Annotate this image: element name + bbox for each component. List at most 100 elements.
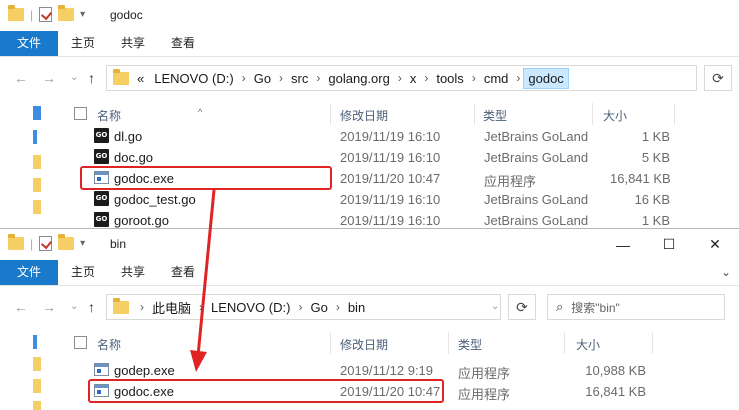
column-divider[interactable] bbox=[652, 332, 653, 354]
column-divider[interactable] bbox=[564, 332, 565, 354]
qat-dropdown-icon[interactable]: ▾ bbox=[80, 9, 85, 20]
address-bar[interactable]: « LENOVO (D:) › Go › src › golang.org › … bbox=[106, 65, 697, 91]
column-divider[interactable] bbox=[674, 103, 675, 125]
tab-share[interactable]: 共享 bbox=[108, 260, 158, 285]
nav-pane-item[interactable] bbox=[33, 335, 37, 349]
breadcrumb-separator-icon[interactable]: › bbox=[395, 71, 405, 85]
address-dropdown-chevron-icon[interactable]: ⌄ bbox=[491, 301, 499, 312]
select-all-checkbox[interactable] bbox=[74, 107, 87, 120]
properties-icon[interactable] bbox=[39, 236, 53, 251]
file-row[interactable]: GO godoc_test.go 2019/11/19 16:10 JetBra… bbox=[90, 189, 739, 210]
nav-pane-item[interactable] bbox=[33, 357, 41, 371]
column-header-name[interactable]: 名称 bbox=[97, 107, 121, 124]
file-date: 2019/11/19 16:10 bbox=[340, 213, 441, 228]
tab-view[interactable]: 查看 bbox=[158, 31, 208, 56]
column-header-date[interactable]: 修改日期 bbox=[340, 107, 388, 124]
column-header-size[interactable]: 大小 bbox=[603, 107, 627, 124]
file-row[interactable]: GO doc.go 2019/11/19 16:10 JetBrains GoL… bbox=[90, 147, 739, 168]
forward-arrow-icon[interactable]: → bbox=[42, 299, 56, 315]
column-divider[interactable] bbox=[330, 103, 331, 125]
quick-access-toolbar: | ▾ bbox=[8, 234, 85, 251]
forward-arrow-icon[interactable]: → bbox=[42, 70, 56, 86]
file-size: 16,841 KB bbox=[585, 384, 646, 399]
tab-view[interactable]: 查看 bbox=[158, 260, 208, 285]
nav-pane-item[interactable] bbox=[33, 106, 41, 120]
nav-pane-item[interactable] bbox=[33, 178, 41, 192]
column-header-type[interactable]: 类型 bbox=[458, 336, 482, 353]
breadcrumb-golang-org[interactable]: golang.org bbox=[323, 71, 394, 86]
breadcrumb-go[interactable]: Go bbox=[249, 71, 276, 86]
file-date: 2019/11/19 16:10 bbox=[340, 129, 441, 144]
close-icon[interactable]: ✕ bbox=[692, 229, 738, 260]
back-arrow-icon[interactable]: ← bbox=[14, 70, 28, 86]
tab-home[interactable]: 主页 bbox=[58, 260, 108, 285]
nav-pane-item[interactable] bbox=[33, 379, 41, 393]
minimize-icon[interactable]: — bbox=[600, 229, 646, 260]
select-all-checkbox[interactable] bbox=[74, 336, 87, 349]
breadcrumb-separator-icon[interactable]: › bbox=[313, 71, 323, 85]
breadcrumb-cmd[interactable]: cmd bbox=[479, 71, 514, 86]
breadcrumb-separator-icon[interactable]: › bbox=[333, 300, 343, 314]
column-divider[interactable] bbox=[474, 103, 475, 125]
file-row[interactable]: godep.exe 2019/11/12 9:19 应用程序 10,988 KB bbox=[90, 360, 739, 381]
navigation-row: ← → ⌄ ↑ › 此电脑 › LENOVO (D:) › Go › bin ⌄… bbox=[0, 285, 739, 329]
breadcrumb-separator-icon[interactable]: › bbox=[421, 71, 431, 85]
column-divider[interactable] bbox=[330, 332, 331, 354]
breadcrumb-separator-icon[interactable]: › bbox=[295, 300, 305, 314]
back-arrow-icon[interactable]: ← bbox=[14, 299, 28, 315]
nav-pane-item[interactable] bbox=[33, 200, 41, 214]
recent-locations-chevron-icon[interactable]: ⌄ bbox=[70, 301, 78, 312]
file-size: 16 KB bbox=[634, 192, 670, 207]
nav-pane-item[interactable] bbox=[33, 130, 37, 144]
tab-file[interactable]: 文件 bbox=[0, 260, 59, 285]
folder-icon[interactable] bbox=[8, 234, 24, 250]
column-divider[interactable] bbox=[448, 332, 449, 354]
navigation-row: ← → ⌄ ↑ « LENOVO (D:) › Go › src › golan… bbox=[0, 56, 739, 100]
nav-pane-item[interactable] bbox=[33, 155, 41, 169]
breadcrumb-godoc[interactable]: godoc bbox=[523, 67, 569, 89]
recent-locations-chevron-icon[interactable]: ⌄ bbox=[70, 72, 78, 83]
breadcrumb-overflow[interactable]: « bbox=[137, 71, 149, 86]
file-row[interactable]: GO goroot.go 2019/11/19 16:10 JetBrains … bbox=[90, 210, 739, 228]
new-folder-icon[interactable] bbox=[58, 234, 75, 250]
breadcrumb-separator-icon[interactable]: › bbox=[137, 300, 147, 314]
breadcrumb-tools[interactable]: tools bbox=[431, 71, 468, 86]
up-arrow-icon[interactable]: ↑ bbox=[88, 70, 95, 86]
new-folder-icon[interactable] bbox=[58, 5, 75, 21]
ribbon-expand-chevron-icon[interactable]: ⌄ bbox=[721, 265, 731, 279]
tab-file[interactable]: 文件 bbox=[0, 31, 59, 56]
folder-icon[interactable] bbox=[8, 5, 24, 21]
highlight-box-destination bbox=[88, 379, 444, 403]
breadcrumb-go[interactable]: Go bbox=[305, 300, 332, 315]
properties-icon[interactable] bbox=[39, 7, 53, 22]
breadcrumb-x[interactable]: x bbox=[405, 71, 422, 86]
breadcrumb-bin[interactable]: bin bbox=[343, 300, 370, 315]
nav-pane-item[interactable] bbox=[33, 401, 41, 410]
tab-share[interactable]: 共享 bbox=[108, 31, 158, 56]
column-header-name[interactable]: 名称 bbox=[97, 336, 121, 353]
file-type: JetBrains GoLand bbox=[484, 192, 589, 207]
breadcrumb-separator-icon[interactable]: › bbox=[239, 71, 249, 85]
refresh-icon[interactable]: ⟳ bbox=[704, 65, 732, 91]
breadcrumb-separator-icon[interactable]: › bbox=[469, 71, 479, 85]
column-divider[interactable] bbox=[592, 103, 593, 125]
refresh-icon[interactable]: ⟳ bbox=[508, 294, 536, 320]
breadcrumb-src[interactable]: src bbox=[286, 71, 313, 86]
tab-home[interactable]: 主页 bbox=[58, 31, 108, 56]
file-row[interactable]: GO dl.go 2019/11/19 16:10 JetBrains GoLa… bbox=[90, 126, 739, 147]
breadcrumb-lenovo-d[interactable]: LENOVO (D:) bbox=[206, 300, 295, 315]
column-header-size[interactable]: 大小 bbox=[576, 336, 600, 353]
maximize-icon[interactable]: ☐ bbox=[646, 229, 692, 260]
column-header-date[interactable]: 修改日期 bbox=[340, 336, 388, 353]
up-arrow-icon[interactable]: ↑ bbox=[88, 299, 95, 315]
breadcrumb-this-pc[interactable]: 此电脑 bbox=[147, 298, 196, 317]
file-type: 应用程序 bbox=[458, 366, 511, 381]
address-bar[interactable]: › 此电脑 › LENOVO (D:) › Go › bin bbox=[106, 294, 501, 320]
search-input[interactable]: ⌕ 搜索"bin" bbox=[547, 294, 725, 320]
breadcrumb-separator-icon[interactable]: › bbox=[276, 71, 286, 85]
breadcrumb-separator-icon[interactable]: › bbox=[513, 71, 523, 85]
breadcrumb-lenovo-d[interactable]: LENOVO (D:) bbox=[149, 71, 238, 86]
breadcrumb-separator-icon[interactable]: › bbox=[196, 300, 206, 314]
column-header-type[interactable]: 类型 bbox=[483, 107, 507, 124]
qat-dropdown-icon[interactable]: ▾ bbox=[80, 238, 85, 249]
